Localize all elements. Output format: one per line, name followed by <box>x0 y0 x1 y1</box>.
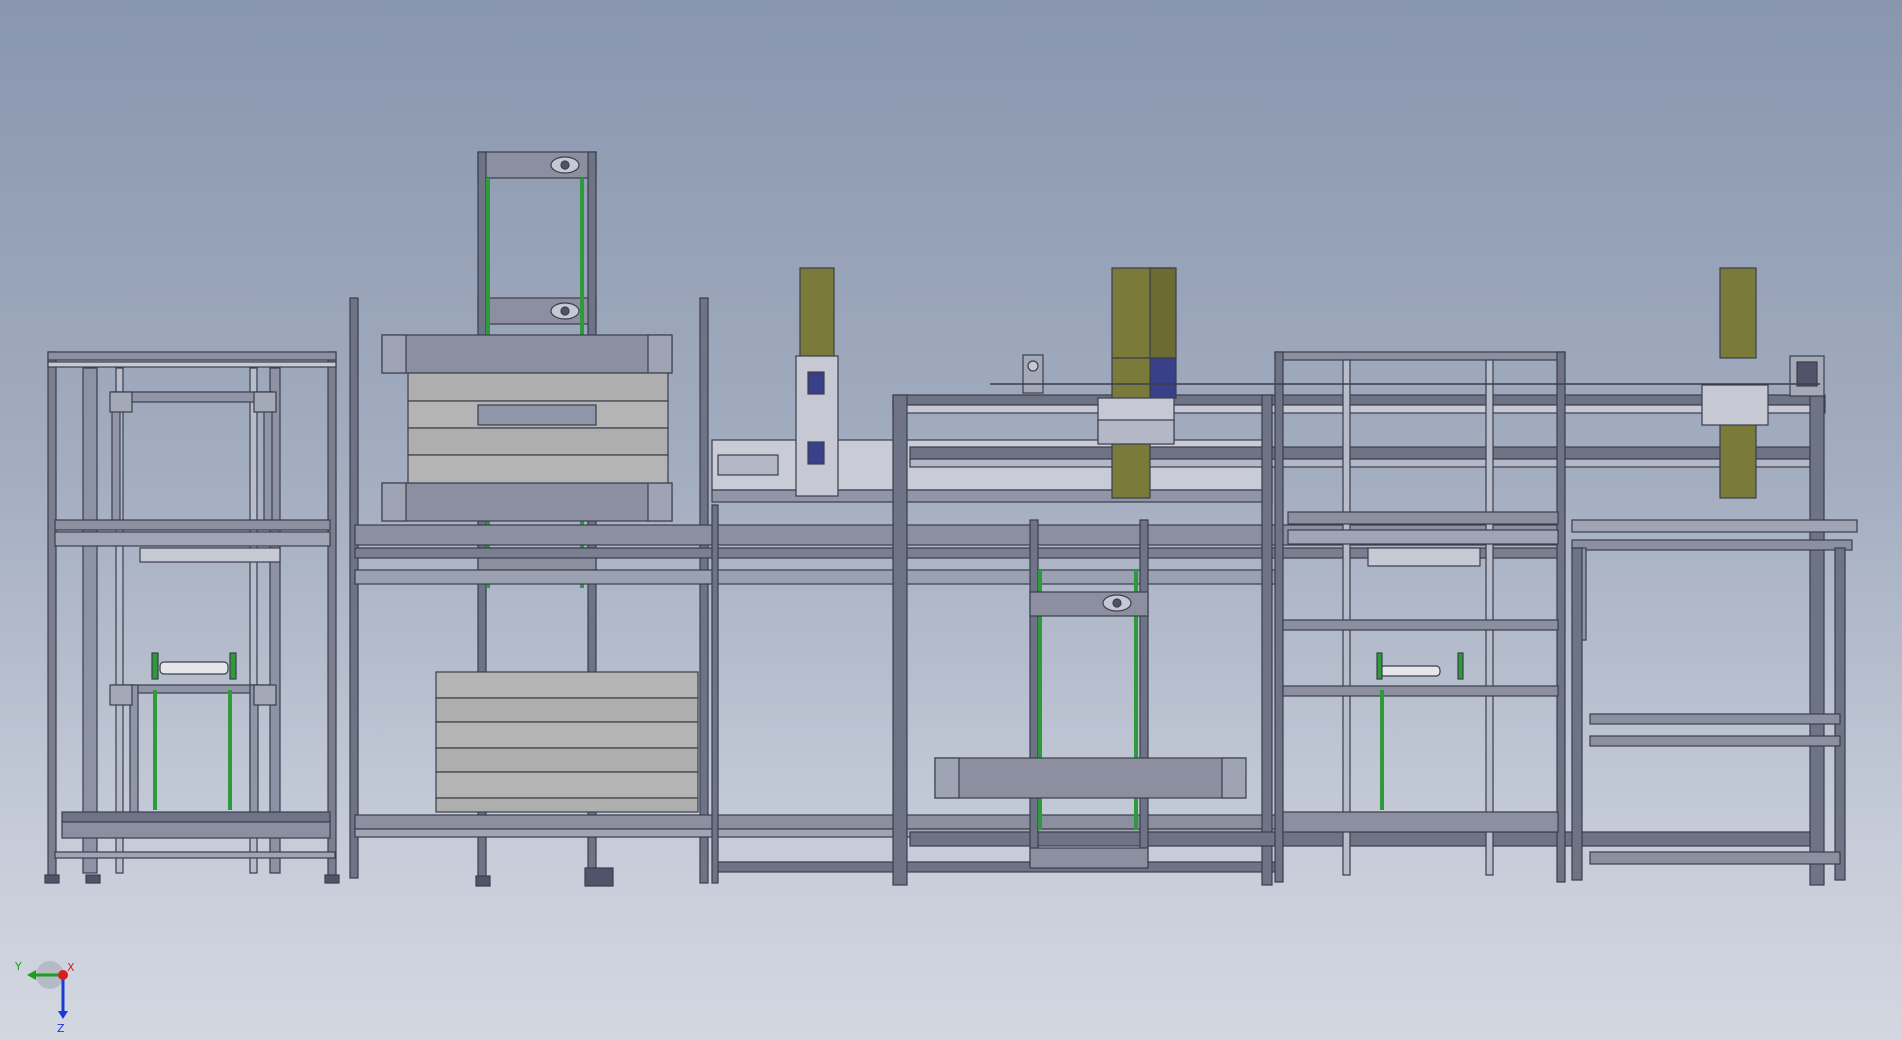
triad-z-label: Z <box>57 1022 65 1035</box>
triad-y-label: Y <box>14 960 22 973</box>
triad-y-arrow-icon <box>27 970 36 980</box>
triad-x-label: X <box>67 961 75 974</box>
left-frame-station <box>44 351 340 884</box>
cad-viewport[interactable]: Y X Z <box>0 0 1902 1039</box>
right-centre-station <box>1274 351 1566 883</box>
coordinate-triad[interactable]: Y X Z <box>10 955 90 1035</box>
lifter-station <box>349 151 709 887</box>
machine-assembly-drawing <box>44 151 1858 887</box>
triad-z-arrow-icon <box>58 1011 68 1019</box>
